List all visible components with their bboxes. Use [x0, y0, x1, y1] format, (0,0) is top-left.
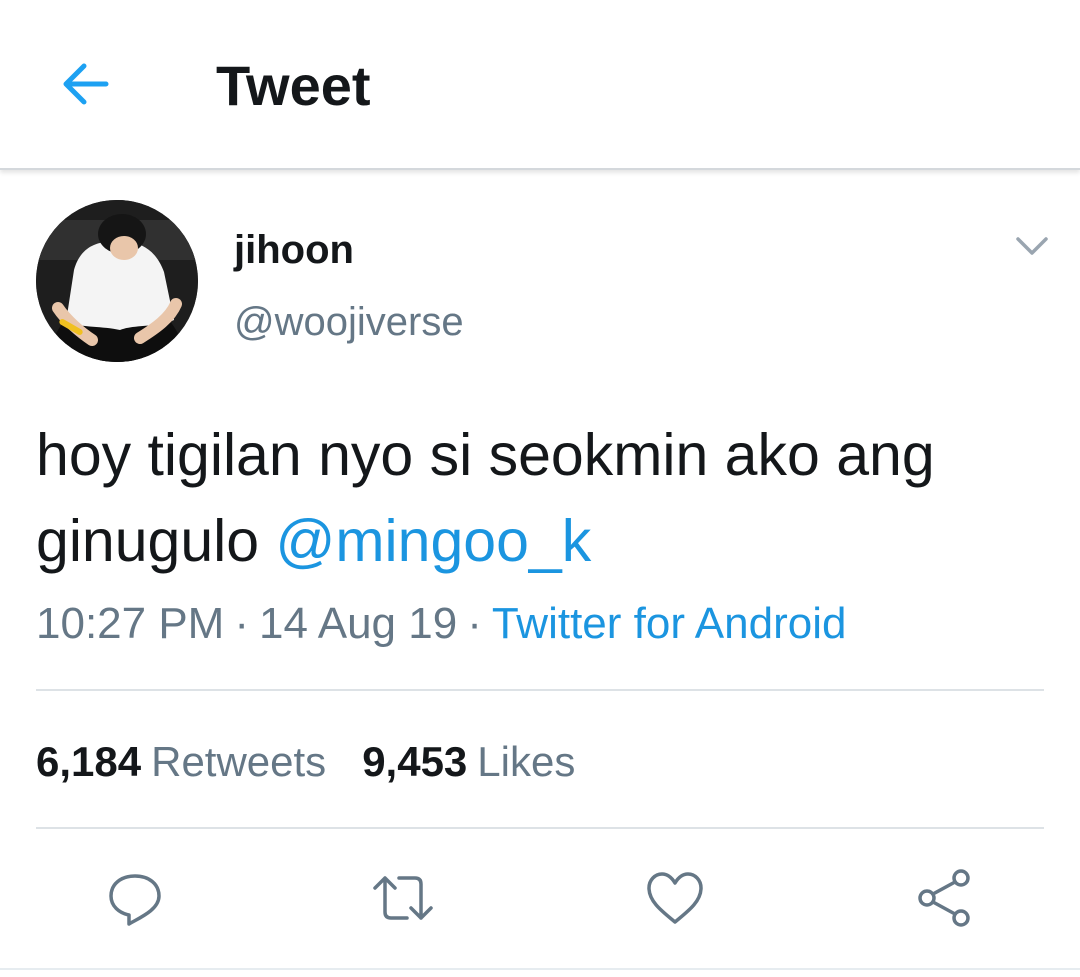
- arrow-left-icon: [63, 63, 109, 105]
- tweet-stats: 6,184 Retweets 9,453 Likes: [36, 734, 575, 790]
- reply-button[interactable]: [103, 866, 167, 930]
- meta-separator: ·: [467, 599, 482, 648]
- avatar[interactable]: [36, 200, 198, 362]
- chevron-down-icon: [1016, 237, 1048, 255]
- back-button[interactable]: [54, 52, 118, 116]
- tweet-meta: 10:27 PM · 14 Aug 19 · Twitter for Android: [36, 596, 846, 652]
- page-title: Tweet: [216, 54, 371, 117]
- likes-label: Likes: [477, 738, 576, 785]
- meta-separator: ·: [234, 599, 249, 648]
- tweet-menu-button[interactable]: [1008, 226, 1056, 266]
- retweet-button[interactable]: [371, 866, 435, 930]
- retweet-icon: [373, 876, 433, 920]
- like-button[interactable]: [643, 866, 707, 930]
- user-handle[interactable]: @woojiverse: [234, 296, 464, 348]
- retweets-count: 6,184: [36, 738, 142, 785]
- tweet-text: hoy tigilan nyo si seokmin ako ang ginug…: [36, 412, 1056, 584]
- likes-stat[interactable]: 9,453 Likes: [362, 734, 575, 790]
- share-button[interactable]: [913, 866, 977, 930]
- share-icon: [918, 869, 970, 927]
- tweet-source-link[interactable]: Twitter for Android: [492, 599, 847, 648]
- reply-icon: [109, 874, 161, 926]
- like-icon: [647, 872, 703, 924]
- divider: [36, 689, 1044, 691]
- divider: [0, 968, 1080, 970]
- avatar-photo: [36, 200, 198, 362]
- tweet-time: 10:27 PM: [36, 599, 225, 648]
- tweet-date: 14 Aug 19: [259, 599, 458, 648]
- retweets-label: Retweets: [151, 738, 327, 785]
- likes-count: 9,453: [362, 738, 468, 785]
- retweets-stat[interactable]: 6,184 Retweets: [36, 734, 326, 790]
- tweet-page: Tweet jihoon @woojiverse hoy tigilan nyo…: [0, 0, 1080, 977]
- divider: [36, 827, 1044, 829]
- mention-link[interactable]: @mingoo_k: [276, 508, 592, 574]
- display-name[interactable]: jihoon: [234, 224, 354, 276]
- app-header: Tweet: [0, 0, 1080, 170]
